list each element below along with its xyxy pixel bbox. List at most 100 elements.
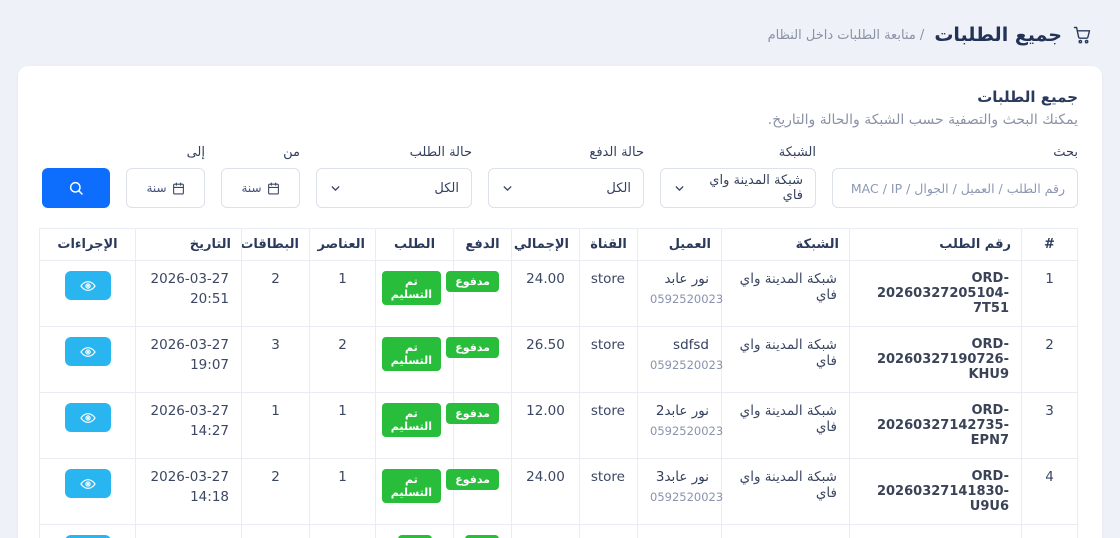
orders-table: # رقم الطلب الشبكة العميل القناة الإجمال… xyxy=(39,228,1078,538)
page-header: جميع الطلبات / متابعة الطلبات داخل النظا… xyxy=(0,0,1120,60)
customer-name: نور عابد2 xyxy=(655,403,709,419)
card-subtitle: يمكنك البحث والتصفية حسب الشبكة والحالة … xyxy=(767,112,1078,128)
order-total: 24.00 xyxy=(511,260,580,327)
col-header-date: التاريخ xyxy=(135,228,242,261)
order-id: ORD-20260327142735-EPN7 xyxy=(876,403,1009,448)
order-channel: store xyxy=(579,392,638,459)
date-to-input[interactable]: سنة xyxy=(126,168,205,208)
order-status-badge: تم التسليم xyxy=(381,469,441,503)
breadcrumb: / متابعة الطلبات داخل النظام xyxy=(767,27,925,43)
date-to-label: إلى xyxy=(186,145,205,160)
view-order-button[interactable] xyxy=(64,403,111,432)
order-cards-count: 2 xyxy=(241,260,310,327)
filter-payment-status: حالة الدفع الكل xyxy=(488,145,644,208)
order-cards-count: 2 xyxy=(241,458,310,525)
payment-status-badge: مدفوع xyxy=(446,337,499,358)
col-header-actions: الإجراءات xyxy=(39,228,136,261)
order-date: 2026-03-27 xyxy=(150,271,229,287)
payment-status-label: حالة الدفع xyxy=(589,145,644,160)
col-header-order: رقم الطلب xyxy=(849,228,1022,261)
date-to-value: سنة xyxy=(146,181,167,195)
order-items-count xyxy=(309,524,376,538)
order-cards-count: 3 xyxy=(241,326,310,393)
filter-search: بحث xyxy=(832,145,1078,208)
order-total: 26.50 xyxy=(511,326,580,393)
date-from-input[interactable]: سنة xyxy=(221,168,300,208)
customer-name: نور عابد3 xyxy=(655,469,709,485)
col-header-status: الطلب xyxy=(375,228,454,261)
order-total xyxy=(511,524,580,538)
customer-phone: 0592520023 xyxy=(650,292,724,306)
page-title: جميع الطلبات xyxy=(934,24,1062,46)
payment-status-badge: مدفوع xyxy=(446,271,499,292)
order-cards-count xyxy=(241,524,310,538)
eye-icon xyxy=(79,476,96,492)
col-header-customer: العميل xyxy=(637,228,722,261)
order-items-count: 1 xyxy=(309,458,376,525)
filter-date-from: من سنة xyxy=(221,145,300,208)
order-channel: store xyxy=(579,458,638,525)
cart-icon xyxy=(1072,25,1092,45)
col-header-items: العناصر xyxy=(309,228,376,261)
date-from-value: سنة xyxy=(241,181,262,195)
col-header-num: # xyxy=(1021,228,1078,261)
date-from-label: من xyxy=(283,145,300,160)
col-header-total: الإجمالي xyxy=(511,228,580,261)
col-header-cards: البطاقات xyxy=(241,228,310,261)
order-status-select[interactable]: الكل xyxy=(316,168,472,208)
filter-date-to: إلى سنة xyxy=(126,145,205,208)
eye-icon xyxy=(79,278,96,294)
order-items-count: 1 xyxy=(309,392,376,459)
order-num: 2 xyxy=(1021,326,1078,393)
chevron-down-icon xyxy=(329,182,342,195)
payment-status-select[interactable]: الكل xyxy=(488,168,644,208)
order-num: 3 xyxy=(1021,392,1078,459)
card-title: جميع الطلبات xyxy=(977,88,1078,106)
eye-icon xyxy=(79,344,96,360)
network-select[interactable]: شبكة المدينة واي فاي xyxy=(660,168,816,208)
order-status-label: حالة الطلب xyxy=(409,145,472,160)
view-order-button[interactable] xyxy=(64,271,111,300)
order-network: شبكة المدينة واي فاي xyxy=(721,326,850,393)
order-time: 20:51 xyxy=(190,291,229,307)
network-label: الشبكة xyxy=(778,145,816,160)
customer-phone: 0592520023 xyxy=(650,424,724,438)
order-network: شبكة المدينة واي فاي xyxy=(721,260,850,327)
filter-order-status: حالة الطلب الكل xyxy=(316,145,472,208)
order-total: 24.00 xyxy=(511,458,580,525)
order-total: 12.00 xyxy=(511,392,580,459)
order-channel: store xyxy=(579,326,638,393)
filter-network: الشبكة شبكة المدينة واي فاي xyxy=(660,145,816,208)
table-header-row: # رقم الطلب الشبكة العميل القناة الإجمال… xyxy=(39,228,1078,261)
col-header-payment: الدفع xyxy=(453,228,512,261)
order-num xyxy=(1021,524,1078,538)
calendar-icon[interactable] xyxy=(172,182,185,195)
col-header-channel: القناة xyxy=(579,228,638,261)
order-id: ORD-20260327205104-7T51 xyxy=(876,271,1009,316)
search-label: بحث xyxy=(1053,145,1078,160)
search-input[interactable] xyxy=(832,168,1078,208)
order-time: 19:07 xyxy=(190,357,229,373)
order-date: 2026-03-27 xyxy=(150,469,229,485)
order-items-count: 1 xyxy=(309,260,376,327)
view-order-button[interactable] xyxy=(64,337,111,366)
customer-phone: 0592520023 xyxy=(650,490,724,504)
payment-status-select-value: الكل xyxy=(606,180,631,196)
eye-icon xyxy=(79,410,96,426)
order-cards-count: 1 xyxy=(241,392,310,459)
order-status-select-value: الكل xyxy=(434,180,459,196)
order-num: 1 xyxy=(1021,260,1078,327)
order-channel: store xyxy=(579,260,638,327)
payment-status-badge: مدفوع xyxy=(446,403,499,424)
order-id: ORD-20260327190726-KHU9 xyxy=(876,337,1009,382)
order-network: شبكة المدينة واي فاي xyxy=(721,392,850,459)
order-id: ORD-20260327141830-U9U6 xyxy=(876,469,1009,514)
search-button[interactable] xyxy=(42,168,110,208)
chevron-down-icon xyxy=(673,182,686,195)
chevron-down-icon xyxy=(501,182,514,195)
order-num: 4 xyxy=(1021,458,1078,525)
view-order-button[interactable] xyxy=(64,469,111,498)
order-status-badge: تم التسليم xyxy=(381,403,441,437)
calendar-icon[interactable] xyxy=(267,182,280,195)
order-items-count: 2 xyxy=(309,326,376,393)
